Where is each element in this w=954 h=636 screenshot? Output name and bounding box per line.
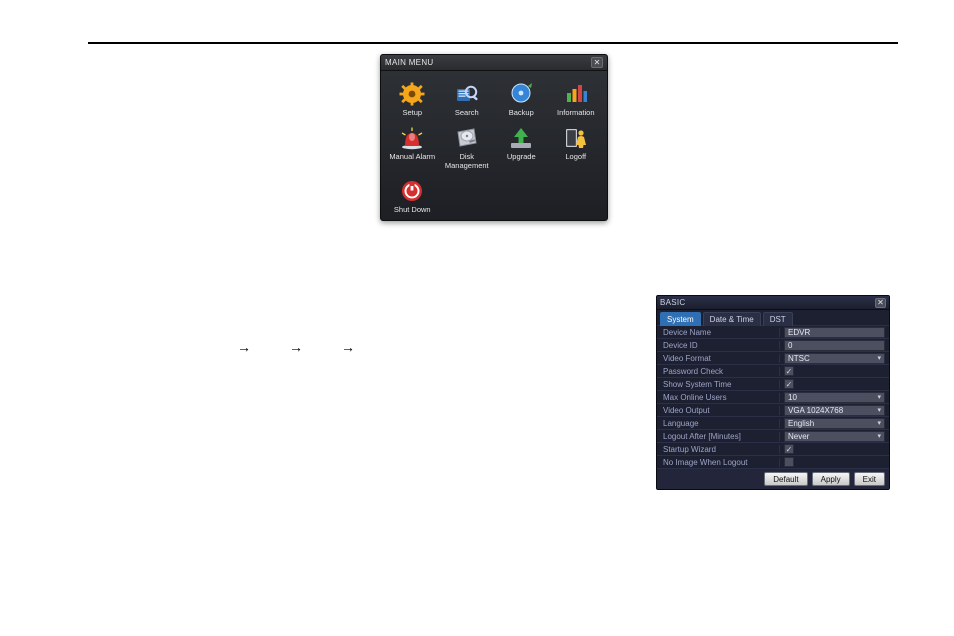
- alarm-bell-icon: [398, 125, 426, 151]
- show-system-time-checkbox[interactable]: ✓: [784, 379, 794, 389]
- tab-system[interactable]: System: [660, 312, 701, 326]
- language-select[interactable]: English▾: [784, 418, 885, 429]
- menu-item-label: Setup: [402, 109, 422, 117]
- menu-item-backup[interactable]: Backup: [494, 77, 549, 119]
- row-video-format: Video Format NTSC▾: [657, 352, 889, 365]
- row-max-online-users: Max Online Users 10▾: [657, 391, 889, 404]
- row-label: Language: [657, 419, 780, 428]
- basic-body: Device Name EDVR Device ID 0 Video Forma…: [657, 325, 889, 469]
- menu-item-label: Backup: [509, 109, 534, 117]
- no-image-when-logout-checkbox[interactable]: [784, 457, 794, 467]
- upgrade-arrow-icon: [507, 125, 535, 151]
- chevron-down-icon: ▾: [877, 419, 881, 427]
- menu-item-label: Search: [455, 109, 479, 117]
- startup-wizard-checkbox[interactable]: ✓: [784, 444, 794, 454]
- menu-item-shut-down[interactable]: Shut Down: [385, 174, 440, 216]
- row-label: Device ID: [657, 341, 780, 350]
- row-label: No Image When Logout: [657, 458, 780, 467]
- basic-title: BASIC: [660, 298, 686, 307]
- password-check-checkbox[interactable]: ✓: [784, 366, 794, 376]
- chevron-down-icon: ▾: [877, 432, 881, 440]
- main-menu-window: MAIN MENU ✕ Setup Search Backup Inf: [380, 54, 608, 221]
- row-device-id: Device ID 0: [657, 339, 889, 352]
- max-online-users-select[interactable]: 10▾: [784, 392, 885, 403]
- menu-item-label: Manual Alarm: [389, 153, 435, 161]
- logout-after-select[interactable]: Never▾: [784, 431, 885, 442]
- row-device-name: Device Name EDVR: [657, 326, 889, 339]
- row-label: Password Check: [657, 367, 780, 376]
- row-password-check: Password Check ✓: [657, 365, 889, 378]
- disc-icon: [507, 81, 535, 107]
- menu-item-logoff[interactable]: Logoff: [549, 121, 604, 172]
- row-show-system-time: Show System Time ✓: [657, 378, 889, 391]
- logoff-person-icon: [562, 125, 590, 151]
- menu-item-upgrade[interactable]: Upgrade: [494, 121, 549, 172]
- row-label: Device Name: [657, 328, 780, 337]
- video-format-select[interactable]: NTSC▾: [784, 353, 885, 364]
- device-name-field[interactable]: EDVR: [784, 327, 885, 338]
- basic-tabs: System Date & Time DST: [657, 310, 889, 326]
- main-menu-titlebar: MAIN MENU ✕: [381, 55, 607, 71]
- arrow-right-icon: →: [289, 339, 303, 355]
- device-id-field[interactable]: 0: [784, 340, 885, 351]
- row-startup-wizard: Startup Wizard ✓: [657, 443, 889, 456]
- menu-item-label: Disk Management: [440, 153, 495, 170]
- basic-window: BASIC ✕ System Date & Time DST Device Na…: [656, 295, 890, 490]
- menu-item-information[interactable]: Information: [549, 77, 604, 119]
- main-menu-grid: Setup Search Backup Information Manual A: [381, 71, 607, 220]
- row-label: Startup Wizard: [657, 445, 780, 454]
- menu-item-manual-alarm[interactable]: Manual Alarm: [385, 121, 440, 172]
- hdd-icon: [453, 125, 481, 151]
- close-icon[interactable]: ✕: [591, 57, 603, 68]
- menu-item-label: Upgrade: [507, 153, 536, 161]
- row-label: Video Output: [657, 406, 780, 415]
- menu-item-label: Logoff: [565, 153, 586, 161]
- chevron-down-icon: ▾: [877, 406, 881, 414]
- main-menu-title: MAIN MENU: [385, 58, 433, 67]
- chevron-down-icon: ▾: [877, 354, 881, 362]
- menu-item-label: Information: [557, 109, 595, 117]
- row-label: Max Online Users: [657, 393, 780, 402]
- row-label: Video Format: [657, 354, 780, 363]
- exit-button[interactable]: Exit: [854, 472, 885, 486]
- basic-footer: Default Apply Exit: [657, 469, 889, 489]
- arrow-right-icon: →: [237, 339, 251, 355]
- row-label: Show System Time: [657, 380, 780, 389]
- power-icon: [398, 178, 426, 204]
- row-logout-after: Logout After [Minutes] Never▾: [657, 430, 889, 443]
- basic-titlebar: BASIC ✕: [657, 296, 889, 310]
- chevron-down-icon: ▾: [877, 393, 881, 401]
- video-output-select[interactable]: VGA 1024X768▾: [784, 405, 885, 416]
- row-label: Logout After [Minutes]: [657, 432, 780, 441]
- menu-item-disk-management[interactable]: Disk Management: [440, 121, 495, 172]
- bars-icon: [562, 81, 590, 107]
- gear-icon: [398, 81, 426, 107]
- arrow-right-icon: →: [341, 339, 355, 355]
- menu-item-search[interactable]: Search: [440, 77, 495, 119]
- menu-item-setup[interactable]: Setup: [385, 77, 440, 119]
- breadcrumb-arrows: → → →: [237, 339, 355, 355]
- row-language: Language English▾: [657, 417, 889, 430]
- page-top-rule: [88, 42, 898, 44]
- tab-dst[interactable]: DST: [763, 312, 793, 326]
- apply-button[interactable]: Apply: [812, 472, 850, 486]
- default-button[interactable]: Default: [764, 472, 807, 486]
- magnifier-icon: [453, 81, 481, 107]
- tab-date-time[interactable]: Date & Time: [703, 312, 761, 326]
- close-icon[interactable]: ✕: [875, 298, 886, 308]
- row-no-image-when-logout: No Image When Logout: [657, 456, 889, 469]
- menu-item-label: Shut Down: [394, 206, 431, 214]
- row-video-output: Video Output VGA 1024X768▾: [657, 404, 889, 417]
